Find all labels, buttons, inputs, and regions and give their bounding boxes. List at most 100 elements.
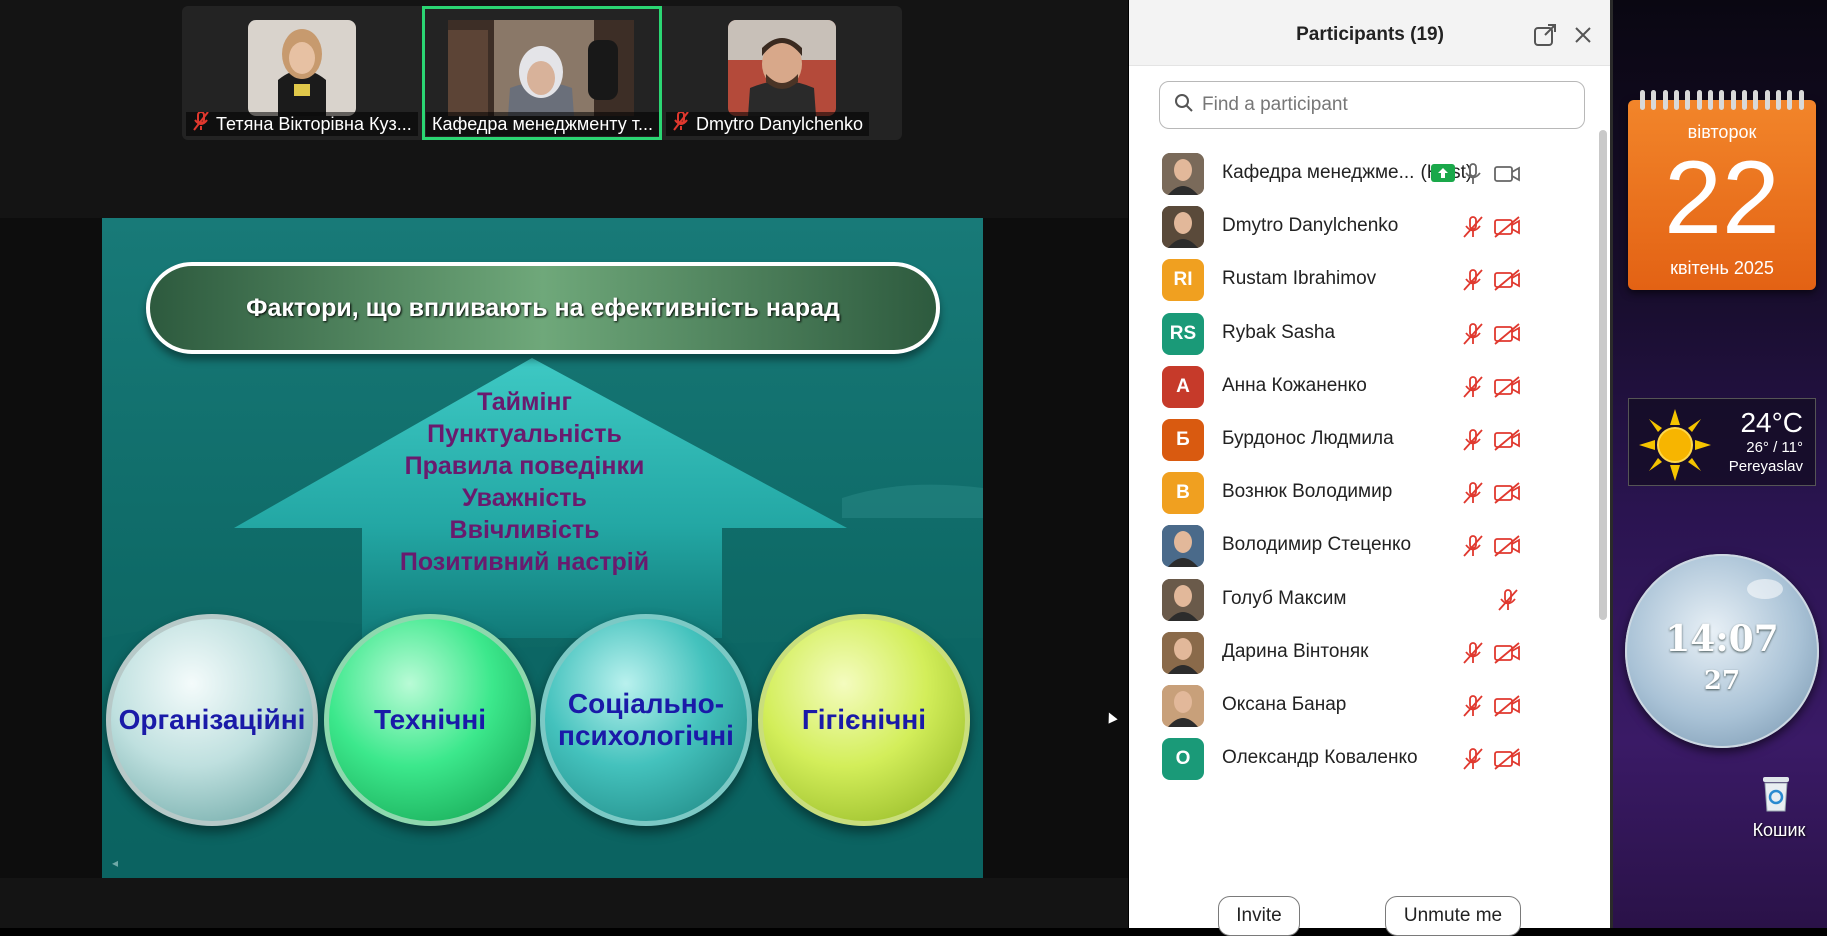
microphone-muted-icon[interactable] <box>1460 427 1486 453</box>
video-camera-off-icon[interactable] <box>1493 746 1520 772</box>
category-label: Організаційні <box>118 704 306 735</box>
participant-name: Олександр Коваленко <box>1222 747 1418 769</box>
weather-widget[interactable]: 24°C 26° / 11° Pereyaslav <box>1628 398 1816 486</box>
panel-footer <box>1129 872 1611 928</box>
video-thumbnail[interactable]: Dmytro Danylchenko <box>662 6 902 140</box>
video-camera-off-icon[interactable] <box>1493 267 1520 293</box>
microphone-muted-icon[interactable] <box>1460 640 1486 666</box>
participant-name-text: Анна Кожаненко <box>1222 374 1367 396</box>
avatar <box>1162 153 1204 195</box>
microphone-muted-icon[interactable] <box>1460 533 1486 559</box>
category-socio-psychological: Соціально- психологічні <box>540 614 752 826</box>
participant-name-text: Rybak Sasha <box>1222 321 1336 343</box>
video-camera-off-icon[interactable] <box>1493 640 1520 666</box>
microphone-muted-icon[interactable] <box>1460 321 1486 347</box>
screen-share-icon <box>1431 164 1457 190</box>
participant-name: Володимир Стеценко <box>1222 534 1411 556</box>
category-label: Гігієнічні <box>801 704 927 735</box>
participant-name: Оксана Банар <box>1222 694 1346 716</box>
participant-row[interactable]: О Олександр Коваленко <box>1129 727 1599 789</box>
avatar: RI <box>1162 259 1204 302</box>
meeting-bottom-bar <box>0 878 1128 928</box>
microphone-muted-icon[interactable] <box>1460 480 1486 506</box>
avatar <box>1162 685 1204 727</box>
participant-name-text: Rustam Ibrahimov <box>1222 268 1377 290</box>
screen: Тетяна Вікторівна Куз... Кафедра менеджм… <box>0 0 1827 936</box>
video-camera-off-icon[interactable] <box>1493 214 1520 240</box>
video-camera-off-icon[interactable] <box>1493 321 1520 347</box>
video-camera-off-icon[interactable] <box>1493 374 1520 400</box>
microphone-muted-icon[interactable] <box>1460 746 1486 772</box>
avatar-initials: А <box>1176 375 1190 397</box>
category-label: Технічні <box>373 704 487 735</box>
avatar-initials: RS <box>1169 322 1197 344</box>
meeting-area: Тетяна Вікторівна Куз... Кафедра менеджм… <box>0 0 1128 928</box>
participant-name-text: Бурдонос Людмила <box>1222 428 1394 449</box>
participant-name-text: Кафедра менеджме... <box>1222 162 1415 183</box>
avatar: RS <box>1162 312 1204 355</box>
participants-scrollbar[interactable] <box>1599 130 1607 620</box>
factors-list: Таймінг Пунктуальність Правила поведінки… <box>352 386 697 578</box>
thumbnail-name: Dmytro Danylchenko <box>696 114 864 134</box>
video-thumbnail-strip: Тетяна Вікторівна Куз... Кафедра менеджм… <box>182 6 902 140</box>
calendar-widget[interactable]: вівторок 22 квітень 2025 <box>1628 90 1816 290</box>
video-thumbnail[interactable]: Тетяна Вікторівна Куз... <box>182 6 422 140</box>
video-thumbnail-active[interactable]: Кафедра менеджменту т... <box>422 6 662 140</box>
video-camera-off-icon[interactable] <box>1493 693 1520 719</box>
factor-item: Пунктуальність <box>427 420 622 448</box>
thumbnail-name: Тетяна Вікторівна Куз... <box>216 114 412 134</box>
search-input[interactable] <box>1202 94 1562 116</box>
participant-name-text: Вознюк Володимир <box>1222 481 1393 503</box>
participant-name-text: Dmytro Danylchenko <box>1222 215 1399 237</box>
participant-name: Rustam Ibrahimov <box>1222 268 1376 290</box>
category-label-line1: Соціально- <box>567 688 725 719</box>
factor-item: Уважність <box>462 484 587 512</box>
participant-name: Дарина Вінтоняк <box>1222 641 1369 663</box>
unmute-me-button[interactable]: Unmute me <box>1385 896 1521 936</box>
microphone-muted-icon[interactable] <box>1460 693 1486 719</box>
clock-widget[interactable]: 14:07 27 <box>1625 554 1819 748</box>
thumbnail-caption: Кафедра менеджменту т... <box>426 112 659 136</box>
participants-list: Кафедра менеджме...(Host)Dmytro Danylche… <box>1129 140 1599 872</box>
recycle-bin-label[interactable]: Кошик <box>1733 820 1825 841</box>
microphone-muted-icon[interactable] <box>1460 374 1486 400</box>
participant-name: Rybak Sasha <box>1222 322 1335 344</box>
participant-name: Dmytro Danylchenko <box>1222 215 1398 237</box>
microphone-muted-icon[interactable] <box>1495 587 1521 613</box>
recycle-bin-icon[interactable] <box>1760 775 1792 813</box>
participant-name: Вознюк Володимир <box>1222 481 1392 503</box>
category-label-line2: психологічні <box>558 720 734 751</box>
video-camera-off-icon[interactable] <box>1493 533 1520 559</box>
avatar: Б <box>1162 419 1204 461</box>
microphone-icon[interactable] <box>1460 161 1486 187</box>
video-camera-icon[interactable] <box>1493 161 1520 187</box>
slide-title: Фактори, що впливають на ефективність на… <box>146 262 940 354</box>
video-camera-off-icon[interactable] <box>1493 480 1520 506</box>
factor-item: Таймінг <box>477 388 572 416</box>
participant-name-text: Дарина Вінтоняк <box>1222 640 1369 662</box>
participant-video-department <box>448 20 634 116</box>
invite-button[interactable]: Invite <box>1218 896 1300 936</box>
calendar-day: 22 <box>1664 140 1780 256</box>
microphone-muted-icon[interactable] <box>1460 214 1486 240</box>
category-technical: Технічні <box>324 614 536 826</box>
factor-item: Правила поведінки <box>404 452 645 480</box>
avatar <box>1162 525 1204 568</box>
microphone-muted-icon[interactable] <box>1460 267 1486 293</box>
participants-panel: Participants (19) Кафедра менеджме...(Ho… <box>1129 0 1611 936</box>
calendar-month-year: квітень 2025 <box>1670 258 1774 278</box>
avatar-initials: О <box>1175 748 1191 770</box>
thumbnail-name: Кафедра менеджменту т... <box>432 114 653 134</box>
mouse-cursor <box>1104 710 1118 724</box>
participant-video-dmytro <box>728 20 836 116</box>
close-icon[interactable] <box>1570 22 1596 48</box>
participant-name: Бурдонос Людмила <box>1222 428 1394 450</box>
avatar <box>1162 631 1204 674</box>
avatar: А <box>1162 365 1204 408</box>
category-organizational: Організаційні <box>106 614 318 826</box>
weather-temperature: 24°C <box>1740 407 1803 438</box>
factor-item: Позитивний настрій <box>399 548 650 576</box>
participant-search[interactable] <box>1159 81 1585 129</box>
pop-out-icon[interactable] <box>1532 22 1558 48</box>
video-camera-off-icon[interactable] <box>1493 427 1520 453</box>
